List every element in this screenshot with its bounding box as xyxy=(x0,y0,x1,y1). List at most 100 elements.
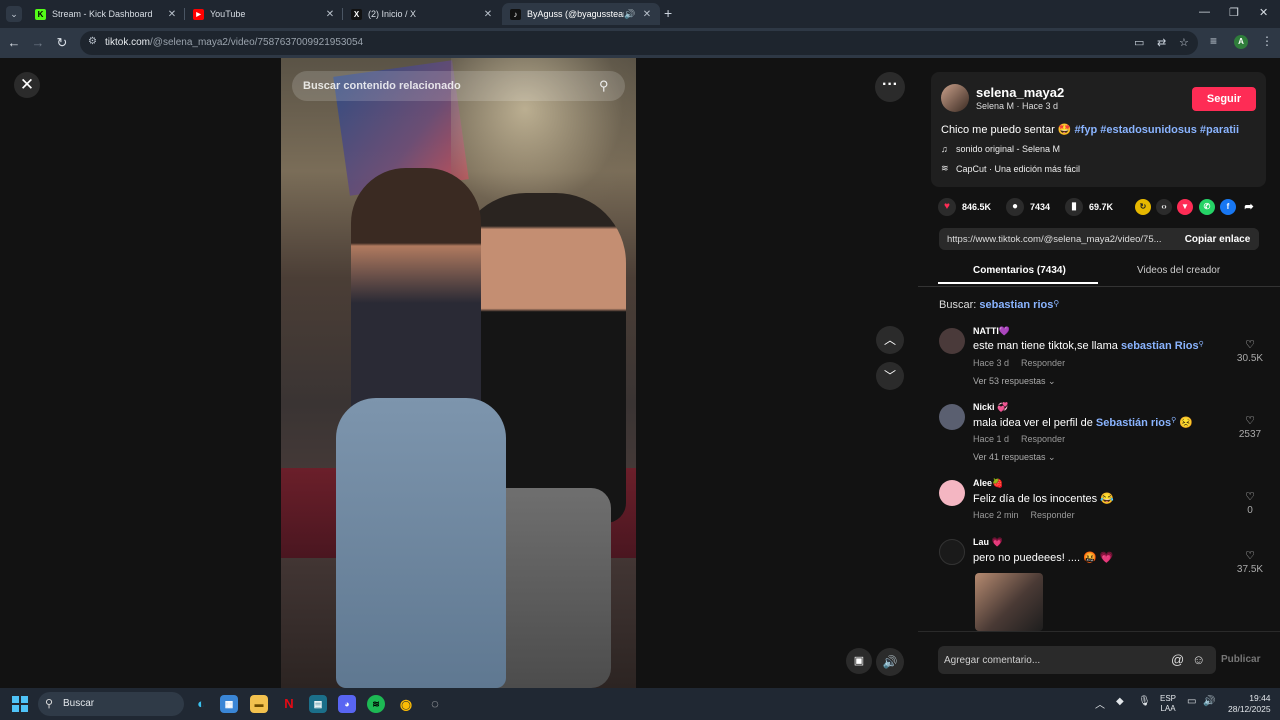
chrome-icon[interactable]: ◉ xyxy=(397,695,415,713)
app-icon[interactable]: ▤ xyxy=(309,695,327,713)
cast-icon[interactable]: ▭ xyxy=(1134,36,1144,49)
search-suggestion-keyword[interactable]: sebastian rios xyxy=(979,299,1053,311)
forward-icon[interactable]: → xyxy=(29,34,47,52)
comment-username[interactable]: Nicki 💞 xyxy=(973,402,1008,413)
site-info-icon[interactable]: ⚙ xyxy=(88,36,97,47)
reply-button[interactable]: Responder xyxy=(1021,358,1065,368)
profile-avatar[interactable]: A xyxy=(1234,35,1248,49)
browser-tab-x[interactable]: X (2) Inicio / X ✕ xyxy=(343,3,501,25)
close-icon[interactable]: ✕ xyxy=(481,9,495,20)
avatar[interactable] xyxy=(941,84,969,112)
comment-username[interactable]: NATTI💜 xyxy=(973,326,1010,337)
tab-creator-videos[interactable]: Videos del creador xyxy=(1137,265,1220,276)
close-player-button[interactable]: ✕ xyxy=(14,72,40,98)
emoji-icon[interactable]: ☺ xyxy=(1192,652,1205,667)
browser-menu-icon[interactable]: ⋮ xyxy=(1261,34,1273,48)
comment-like-button[interactable]: ♡ 2537 xyxy=(1235,414,1265,440)
previous-video-button[interactable]: ︿ xyxy=(876,326,904,354)
repost-icon[interactable]: ↻ xyxy=(1135,199,1151,215)
save-button[interactable]: ▮ 69.7K xyxy=(1065,198,1113,216)
close-icon[interactable]: ✕ xyxy=(323,9,337,20)
sound-link[interactable]: ♫ sonido original - Selena M xyxy=(941,144,1060,154)
spotify-icon[interactable]: ≋ xyxy=(367,695,385,713)
taskbar-search[interactable]: ⚲ Buscar xyxy=(38,692,184,716)
floating-player-button[interactable]: ▣ xyxy=(846,648,872,674)
bookmark-star-icon[interactable]: ☆ xyxy=(1179,36,1189,49)
reload-icon[interactable]: ↻ xyxy=(53,34,71,52)
comment-like-button[interactable]: ♡ 37.5K xyxy=(1235,549,1265,575)
like-button[interactable]: ♥ 846.5K xyxy=(938,198,991,216)
avatar[interactable] xyxy=(939,404,965,430)
send-icon[interactable]: ▼ xyxy=(1177,199,1193,215)
capcut-link[interactable]: ≋ CapCut · Una edición más fácil xyxy=(941,163,1080,174)
comment-input[interactable] xyxy=(938,646,1168,674)
embed-icon[interactable]: ‹› xyxy=(1156,199,1172,215)
media-control-icon[interactable]: ≡ xyxy=(1210,34,1217,48)
reply-button[interactable]: Responder xyxy=(1021,434,1065,444)
address-bar[interactable]: ⚙ tiktok.com/@selena_maya2/video/7587637… xyxy=(80,31,1198,55)
comment-image-thumbnail[interactable] xyxy=(975,573,1043,631)
new-tab-button[interactable]: + xyxy=(664,5,678,21)
search-icon[interactable]: ⚲ xyxy=(599,78,609,94)
comment-like-button[interactable]: ♡ 0 xyxy=(1235,490,1265,516)
hashtag-link[interactable]: #fyp xyxy=(1075,124,1098,136)
netflix-icon[interactable]: N xyxy=(280,695,298,713)
search-suggestion[interactable]: Buscar: sebastian rios⚲ xyxy=(939,299,1059,311)
browser-tab-youtube[interactable]: ▶ YouTube ✕ xyxy=(185,3,343,25)
view-replies-button[interactable]: Ver 53 respuestas ⌄ xyxy=(973,376,1056,387)
more-options-button[interactable]: ··· xyxy=(875,72,905,102)
browser-tab-tiktok[interactable]: ♪ ByAguss (@byagussteam) | 🔊 ✕ xyxy=(502,3,660,25)
close-icon[interactable]: ✕ xyxy=(165,9,179,20)
facebook-icon[interactable]: f xyxy=(1220,199,1236,215)
discord-icon[interactable]: ◕ xyxy=(338,695,356,713)
avatar[interactable] xyxy=(939,328,965,354)
speaker-icon[interactable]: 🔊 xyxy=(624,9,636,20)
minimize-icon[interactable]: — xyxy=(1199,6,1210,18)
follow-button[interactable]: Seguir xyxy=(1192,87,1256,111)
tray-overflow-icon[interactable]: ︿ xyxy=(1095,696,1105,711)
network-icon[interactable]: ▭ xyxy=(1187,696,1196,707)
url-text[interactable]: tiktok.com/@selena_maya2/video/758763700… xyxy=(105,37,363,48)
language-indicator[interactable]: ESP LAA xyxy=(1160,694,1176,714)
mention-at-icon[interactable]: @ xyxy=(1171,652,1184,667)
comment-mention-link[interactable]: sebastian Rios xyxy=(1121,340,1199,352)
reply-button[interactable]: Responder xyxy=(1031,510,1075,520)
next-video-button[interactable]: ﹀ xyxy=(876,362,904,390)
taskbar-clock[interactable]: 19:44 28/12/2025 xyxy=(1228,693,1271,715)
store-icon[interactable]: ▦ xyxy=(220,695,238,713)
comment-username[interactable]: Alee🍓 xyxy=(973,478,1003,489)
post-username[interactable]: selena_maya2 xyxy=(976,85,1064,100)
related-content-search-input[interactable] xyxy=(292,71,625,101)
tab-search-button[interactable]: ⌄ xyxy=(6,6,22,22)
whatsapp-icon[interactable]: ✆ xyxy=(1199,199,1215,215)
publish-button[interactable]: Publicar xyxy=(1221,654,1260,665)
video-player[interactable]: ⚲ xyxy=(281,58,636,688)
hashtag-link[interactable]: #paratii xyxy=(1200,124,1239,136)
translate-icon[interactable]: ⇄ xyxy=(1157,36,1166,49)
avatar[interactable] xyxy=(939,539,965,565)
app-icon[interactable]: ◌ xyxy=(426,695,444,713)
restore-icon[interactable]: ❐ xyxy=(1229,6,1239,19)
volume-icon[interactable]: 🔊 xyxy=(1203,696,1215,707)
share-link-text[interactable]: https://www.tiktok.com/@selena_maya2/vid… xyxy=(947,234,1175,245)
close-icon[interactable]: ✕ xyxy=(640,9,654,20)
comment-username[interactable]: Lau 💗 xyxy=(973,537,1003,548)
tab-comments[interactable]: Comentarios (7434) xyxy=(973,265,1066,276)
browser-tab-kick[interactable]: K Stream - Kick Dashboard ✕ xyxy=(27,3,185,25)
copy-link-button[interactable]: Copiar enlace xyxy=(1176,228,1259,250)
file-explorer-icon[interactable]: ▬ xyxy=(250,695,268,713)
comment-mention-link[interactable]: Sebastián rios xyxy=(1096,417,1171,429)
share-icon[interactable]: ➦ xyxy=(1241,199,1257,215)
microphone-icon[interactable]: 🎙 xyxy=(1138,696,1151,707)
comment-button[interactable]: ● 7434 xyxy=(1006,198,1050,216)
volume-button[interactable]: 🔊 xyxy=(876,648,904,676)
window-close-icon[interactable]: ✕ xyxy=(1259,6,1268,19)
steam-icon[interactable]: ◆ xyxy=(1116,696,1124,707)
avatar[interactable] xyxy=(939,480,965,506)
edge-icon[interactable]: ◐ xyxy=(192,695,210,713)
view-replies-button[interactable]: Ver 41 respuestas ⌄ xyxy=(973,452,1056,463)
back-icon[interactable]: ← xyxy=(5,34,23,52)
comment-like-button[interactable]: ♡ 30.5K xyxy=(1235,338,1265,364)
windows-start-icon[interactable] xyxy=(12,696,28,712)
hashtag-link[interactable]: #estadosunidosus xyxy=(1100,124,1197,136)
